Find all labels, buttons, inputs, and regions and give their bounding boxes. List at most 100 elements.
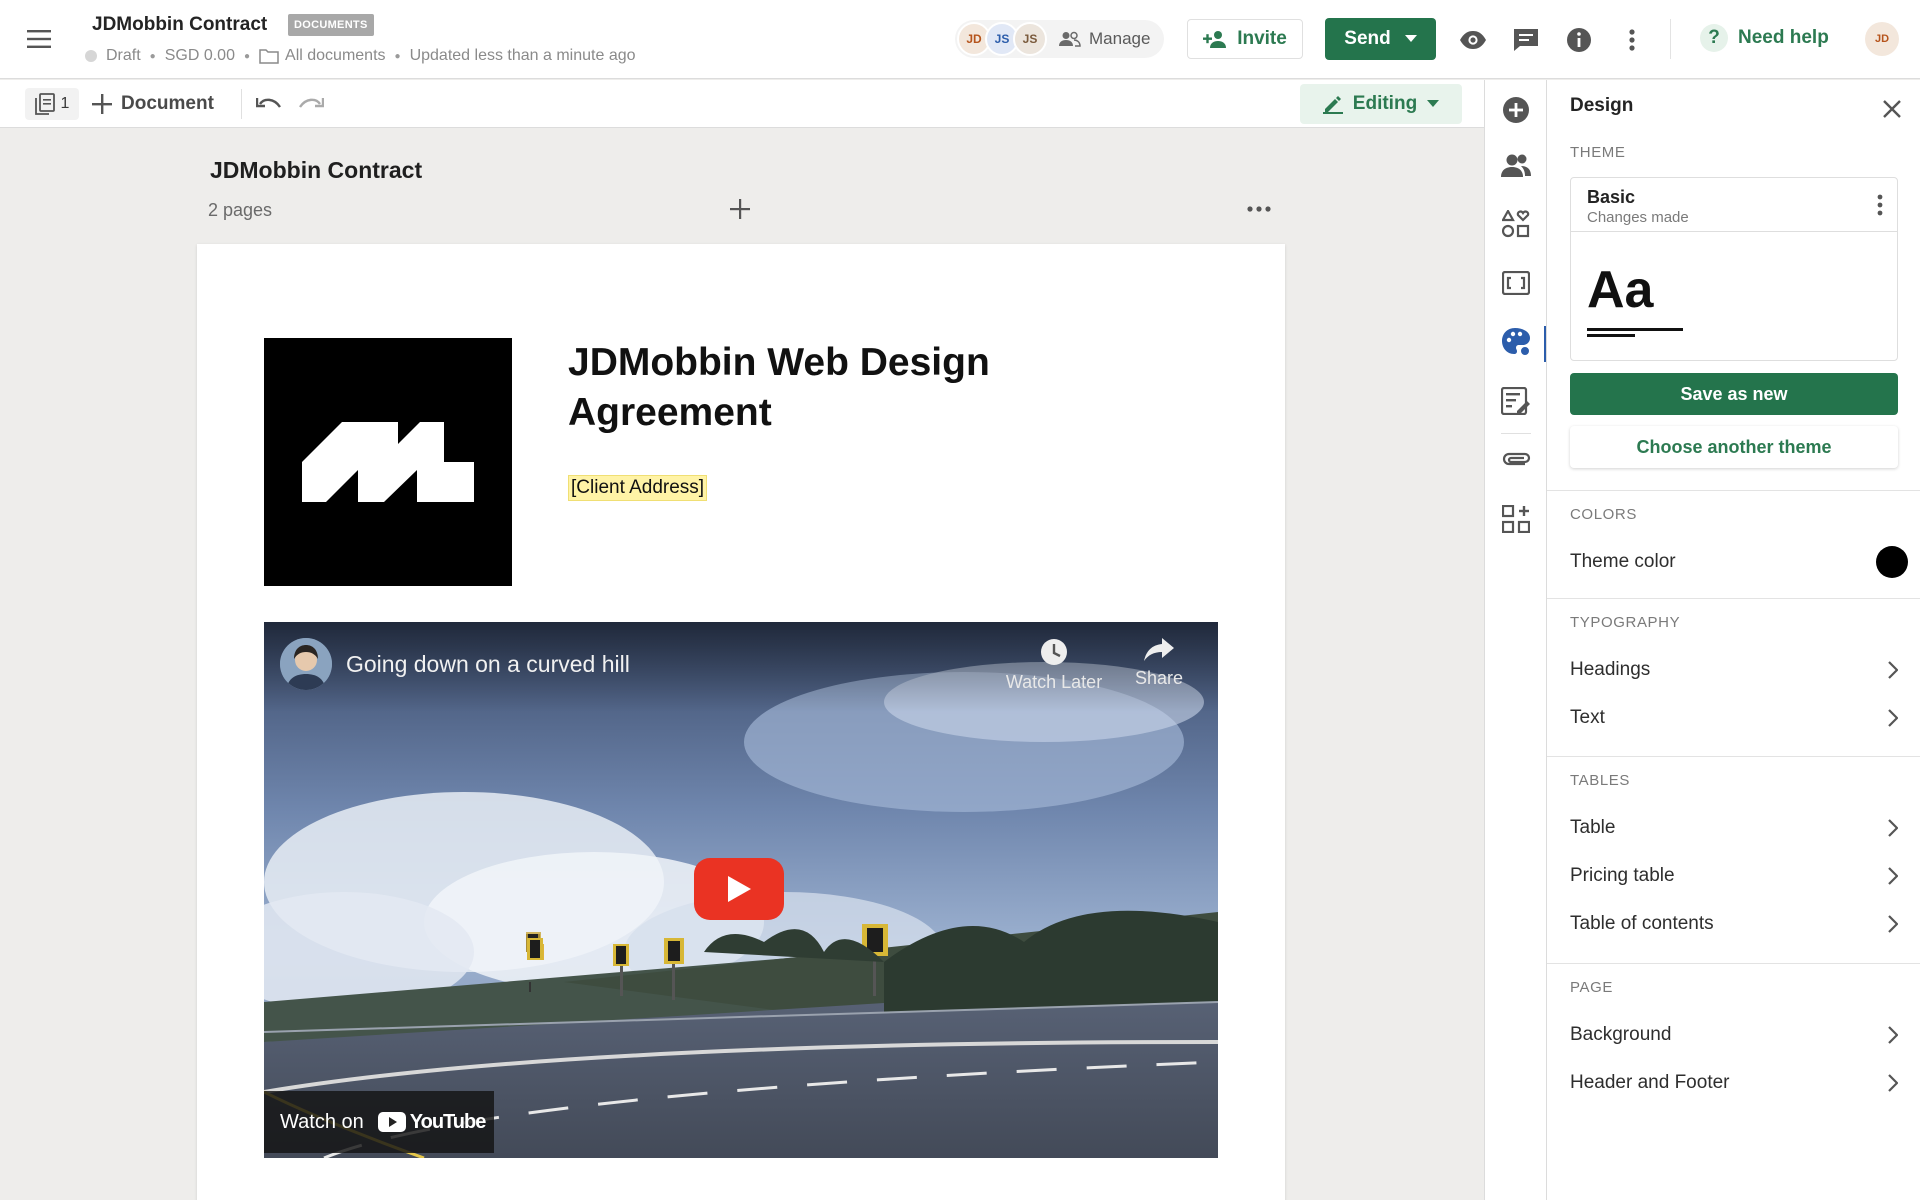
design-panel: Design THEME Basic Changes made Aa Save …: [1546, 80, 1920, 1200]
theme-name: Basic: [1587, 187, 1636, 207]
editing-mode-dropdown[interactable]: Editing: [1300, 84, 1462, 124]
pages-icon: [34, 93, 55, 115]
manage-label: Manage: [1089, 29, 1151, 48]
send-label: Send: [1344, 28, 1391, 49]
pages-button[interactable]: 1: [25, 88, 79, 120]
page-count: 1: [60, 95, 70, 112]
theme-preview-text: Aa: [1587, 261, 1654, 319]
typography-item-text[interactable]: Text: [1570, 698, 1898, 738]
youtube-video-embed[interactable]: Going down on a curved hill Watch Later …: [264, 622, 1218, 1158]
item-label: Table: [1570, 817, 1616, 838]
editing-label: Editing: [1352, 93, 1418, 114]
chevron-right-icon: [1888, 709, 1898, 727]
folder-icon: [259, 48, 279, 64]
manage-button[interactable]: Manage: [1059, 29, 1150, 49]
preview-eye-icon[interactable]: [1457, 24, 1489, 56]
document-title[interactable]: JDMobbin Contract: [92, 14, 267, 36]
info-icon[interactable]: [1563, 24, 1595, 56]
clock-icon: [1002, 638, 1106, 666]
chevron-right-icon: [1888, 1026, 1898, 1044]
youtube-logo: YouTube: [377, 1111, 486, 1134]
company-logo[interactable]: [264, 338, 512, 586]
tables-item-table-of-contents[interactable]: Table of contents: [1570, 904, 1898, 944]
page-section-label: PAGE: [1570, 979, 1613, 996]
collaborators-group[interactable]: JD JS JS Manage: [955, 20, 1165, 58]
folder-link[interactable]: All documents: [259, 47, 386, 65]
document-meta: Draft ● SGD 0.00 ● All documents ● Updat…: [85, 47, 636, 65]
theme-color-label: Theme color: [1570, 551, 1676, 572]
colors-section-label: COLORS: [1570, 506, 1637, 523]
watch-later-button[interactable]: Watch Later: [1002, 638, 1106, 693]
item-label: Pricing table: [1570, 865, 1675, 886]
theme-preview-lines: [1587, 328, 1683, 340]
content-blocks-icon[interactable]: [1498, 206, 1534, 242]
theme-color-row[interactable]: Theme color: [1570, 542, 1908, 582]
video-title[interactable]: Going down on a curved hill: [346, 651, 630, 678]
add-page-icon[interactable]: [726, 195, 754, 223]
avatar[interactable]: JS: [1013, 22, 1047, 56]
plus-icon: [92, 94, 112, 114]
theme-card[interactable]: Basic Changes made Aa: [1570, 177, 1898, 361]
user-avatar[interactable]: JD: [1865, 22, 1899, 56]
save-as-new-button[interactable]: Save as new: [1570, 373, 1898, 415]
menu-icon[interactable]: [24, 25, 54, 53]
editor-toolbar: 1 Document Editing: [0, 80, 1484, 128]
need-help-button[interactable]: ? Need help: [1700, 24, 1829, 52]
choose-theme-button[interactable]: Choose another theme: [1570, 426, 1898, 468]
close-icon[interactable]: [1877, 94, 1907, 124]
item-label: Text: [1570, 707, 1605, 728]
send-button[interactable]: Send: [1325, 18, 1436, 60]
theme-card-header: Basic Changes made: [1571, 178, 1897, 232]
play-button[interactable]: [694, 858, 784, 920]
typography-section-label: TYPOGRAPHY: [1570, 614, 1681, 631]
more-options-icon[interactable]: [1616, 24, 1648, 56]
page-item-header-and-footer[interactable]: Header and Footer: [1570, 1063, 1898, 1103]
divider: [1547, 490, 1920, 491]
recipients-icon[interactable]: [1498, 147, 1534, 183]
page-count-label: 2 pages: [208, 200, 273, 220]
tables-item-table[interactable]: Table: [1570, 808, 1898, 848]
channel-avatar[interactable]: [280, 638, 332, 690]
comments-icon[interactable]: [1510, 24, 1542, 56]
theme-status: Changes made: [1587, 209, 1689, 226]
tables-item-pricing-table[interactable]: Pricing table: [1570, 856, 1898, 896]
attachments-icon[interactable]: [1498, 442, 1534, 478]
page-options-icon[interactable]: [1244, 195, 1274, 223]
separator-icon: ●: [394, 50, 401, 62]
apps-icon[interactable]: [1498, 501, 1534, 537]
amount-text[interactable]: SGD 0.00: [165, 47, 235, 65]
share-button[interactable]: Share: [1124, 638, 1194, 689]
typography-item-headings[interactable]: Headings: [1570, 650, 1898, 690]
status-text: Draft: [106, 47, 141, 64]
chevron-right-icon: [1888, 867, 1898, 885]
item-label: Header and Footer: [1570, 1072, 1730, 1093]
forms-icon[interactable]: [1498, 383, 1534, 419]
invite-label: Invite: [1237, 28, 1287, 49]
people-icon: [1059, 31, 1081, 47]
page-item-background[interactable]: Background: [1570, 1015, 1898, 1055]
help-label: Need help: [1738, 27, 1829, 48]
more-options-icon[interactable]: [1867, 190, 1893, 220]
watch-later-label: Watch Later: [1005, 672, 1103, 692]
divider: [1547, 963, 1920, 964]
watch-on-youtube-button[interactable]: Watch on YouTube: [264, 1091, 494, 1153]
add-document-button[interactable]: Document: [92, 88, 214, 120]
agreement-heading[interactable]: JDMobbin Web Design Agreement: [568, 338, 1048, 438]
separator-icon: ●: [149, 50, 156, 62]
chevron-right-icon: [1888, 915, 1898, 933]
divider: [1547, 598, 1920, 599]
theme-color-swatch[interactable]: [1876, 546, 1908, 578]
design-icon[interactable]: [1498, 324, 1534, 360]
variables-icon[interactable]: [1498, 265, 1534, 301]
undo-icon[interactable]: [254, 91, 284, 117]
redo-icon[interactable]: [296, 91, 326, 117]
invite-button[interactable]: Invite: [1187, 19, 1303, 59]
client-address-field[interactable]: [Client Address]: [568, 475, 708, 501]
top-header: JDMobbin Contract DOCUMENTS Draft ● SGD …: [0, 0, 1920, 79]
share-label: Share: [1134, 668, 1184, 688]
add-icon[interactable]: [1498, 92, 1534, 128]
caret-down-icon[interactable]: [1404, 35, 1417, 43]
divider: [241, 89, 242, 119]
separator-icon: ●: [243, 50, 251, 62]
tables-section-label: TABLES: [1570, 772, 1631, 789]
